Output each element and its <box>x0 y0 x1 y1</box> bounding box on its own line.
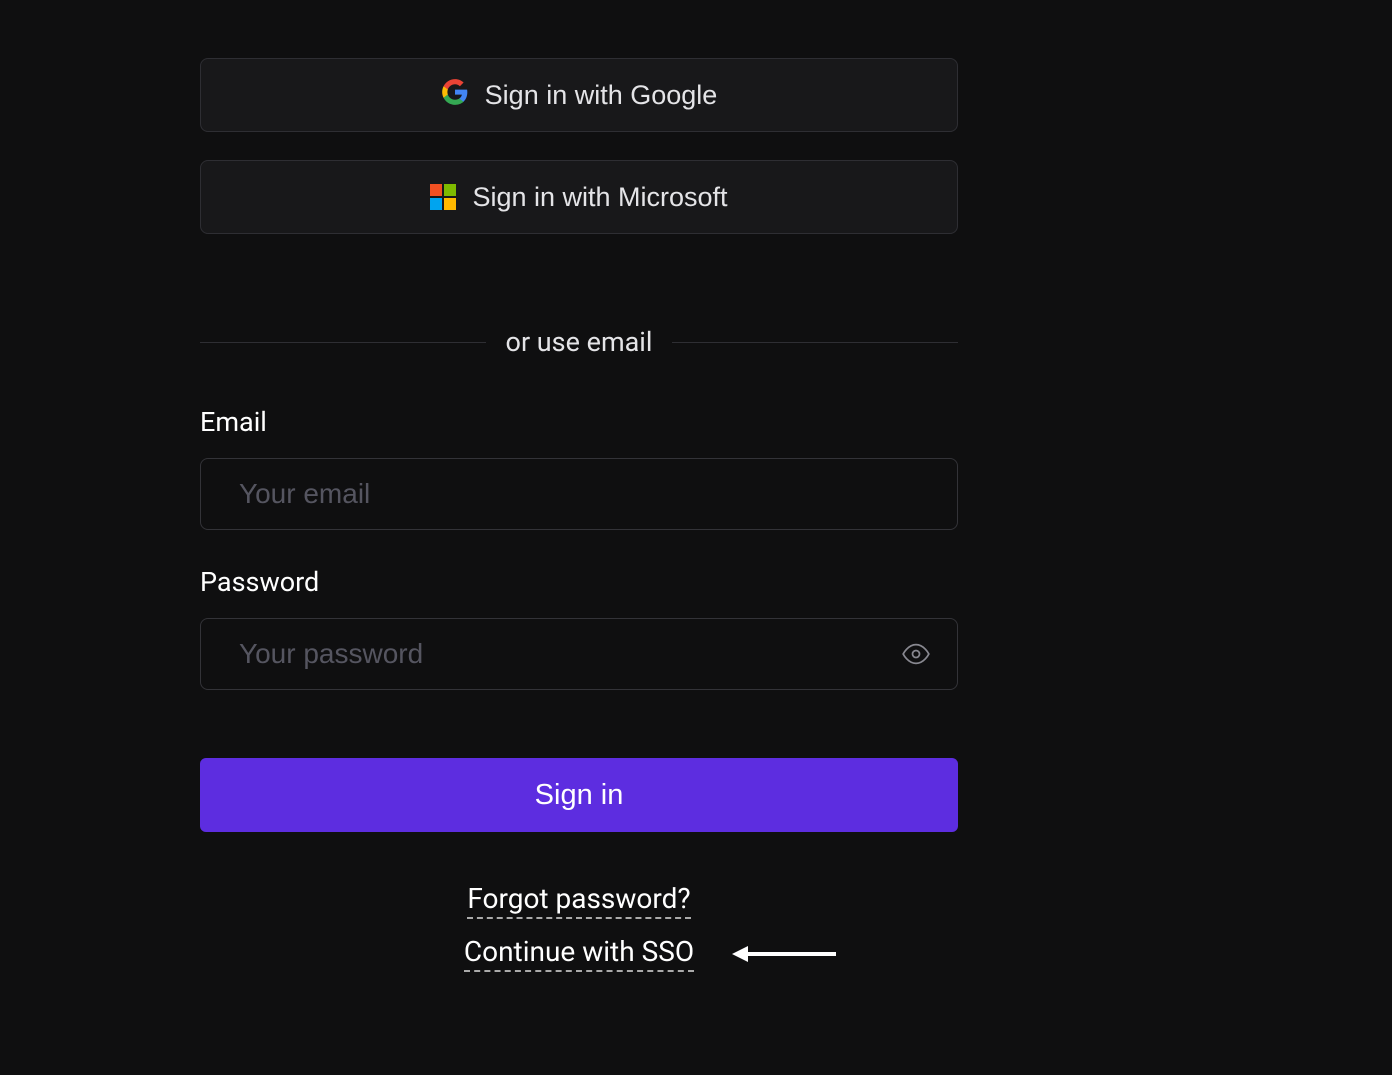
password-input[interactable] <box>200 618 958 690</box>
email-field-group: Email <box>200 406 958 530</box>
divider-line-right <box>672 342 958 343</box>
links-container: Forgot password? Continue with SSO <box>200 882 958 972</box>
microsoft-icon <box>430 184 456 210</box>
signin-google-label: Sign in with Google <box>485 80 718 111</box>
email-label: Email <box>200 406 958 438</box>
password-label: Password <box>200 566 958 598</box>
signin-microsoft-label: Sign in with Microsoft <box>472 182 727 213</box>
signin-microsoft-button[interactable]: Sign in with Microsoft <box>200 160 958 234</box>
divider-line-left <box>200 342 486 343</box>
signin-button[interactable]: Sign in <box>200 758 958 832</box>
forgot-password-link[interactable]: Forgot password? <box>467 882 690 919</box>
divider: or use email <box>200 326 958 358</box>
password-field-group: Password <box>200 566 958 690</box>
eye-icon <box>902 640 930 668</box>
password-visibility-toggle[interactable] <box>902 640 930 668</box>
signin-google-button[interactable]: Sign in with Google <box>200 58 958 132</box>
email-input[interactable] <box>200 458 958 530</box>
arrow-left-icon <box>732 944 836 964</box>
signin-form: Sign in with Google Sign in with Microso… <box>200 58 958 1075</box>
divider-text: or use email <box>486 326 673 358</box>
arrow-annotation <box>732 944 836 964</box>
sso-link-wrapper: Continue with SSO <box>464 935 694 972</box>
google-icon <box>441 78 469 113</box>
continue-sso-link[interactable]: Continue with SSO <box>464 935 694 972</box>
